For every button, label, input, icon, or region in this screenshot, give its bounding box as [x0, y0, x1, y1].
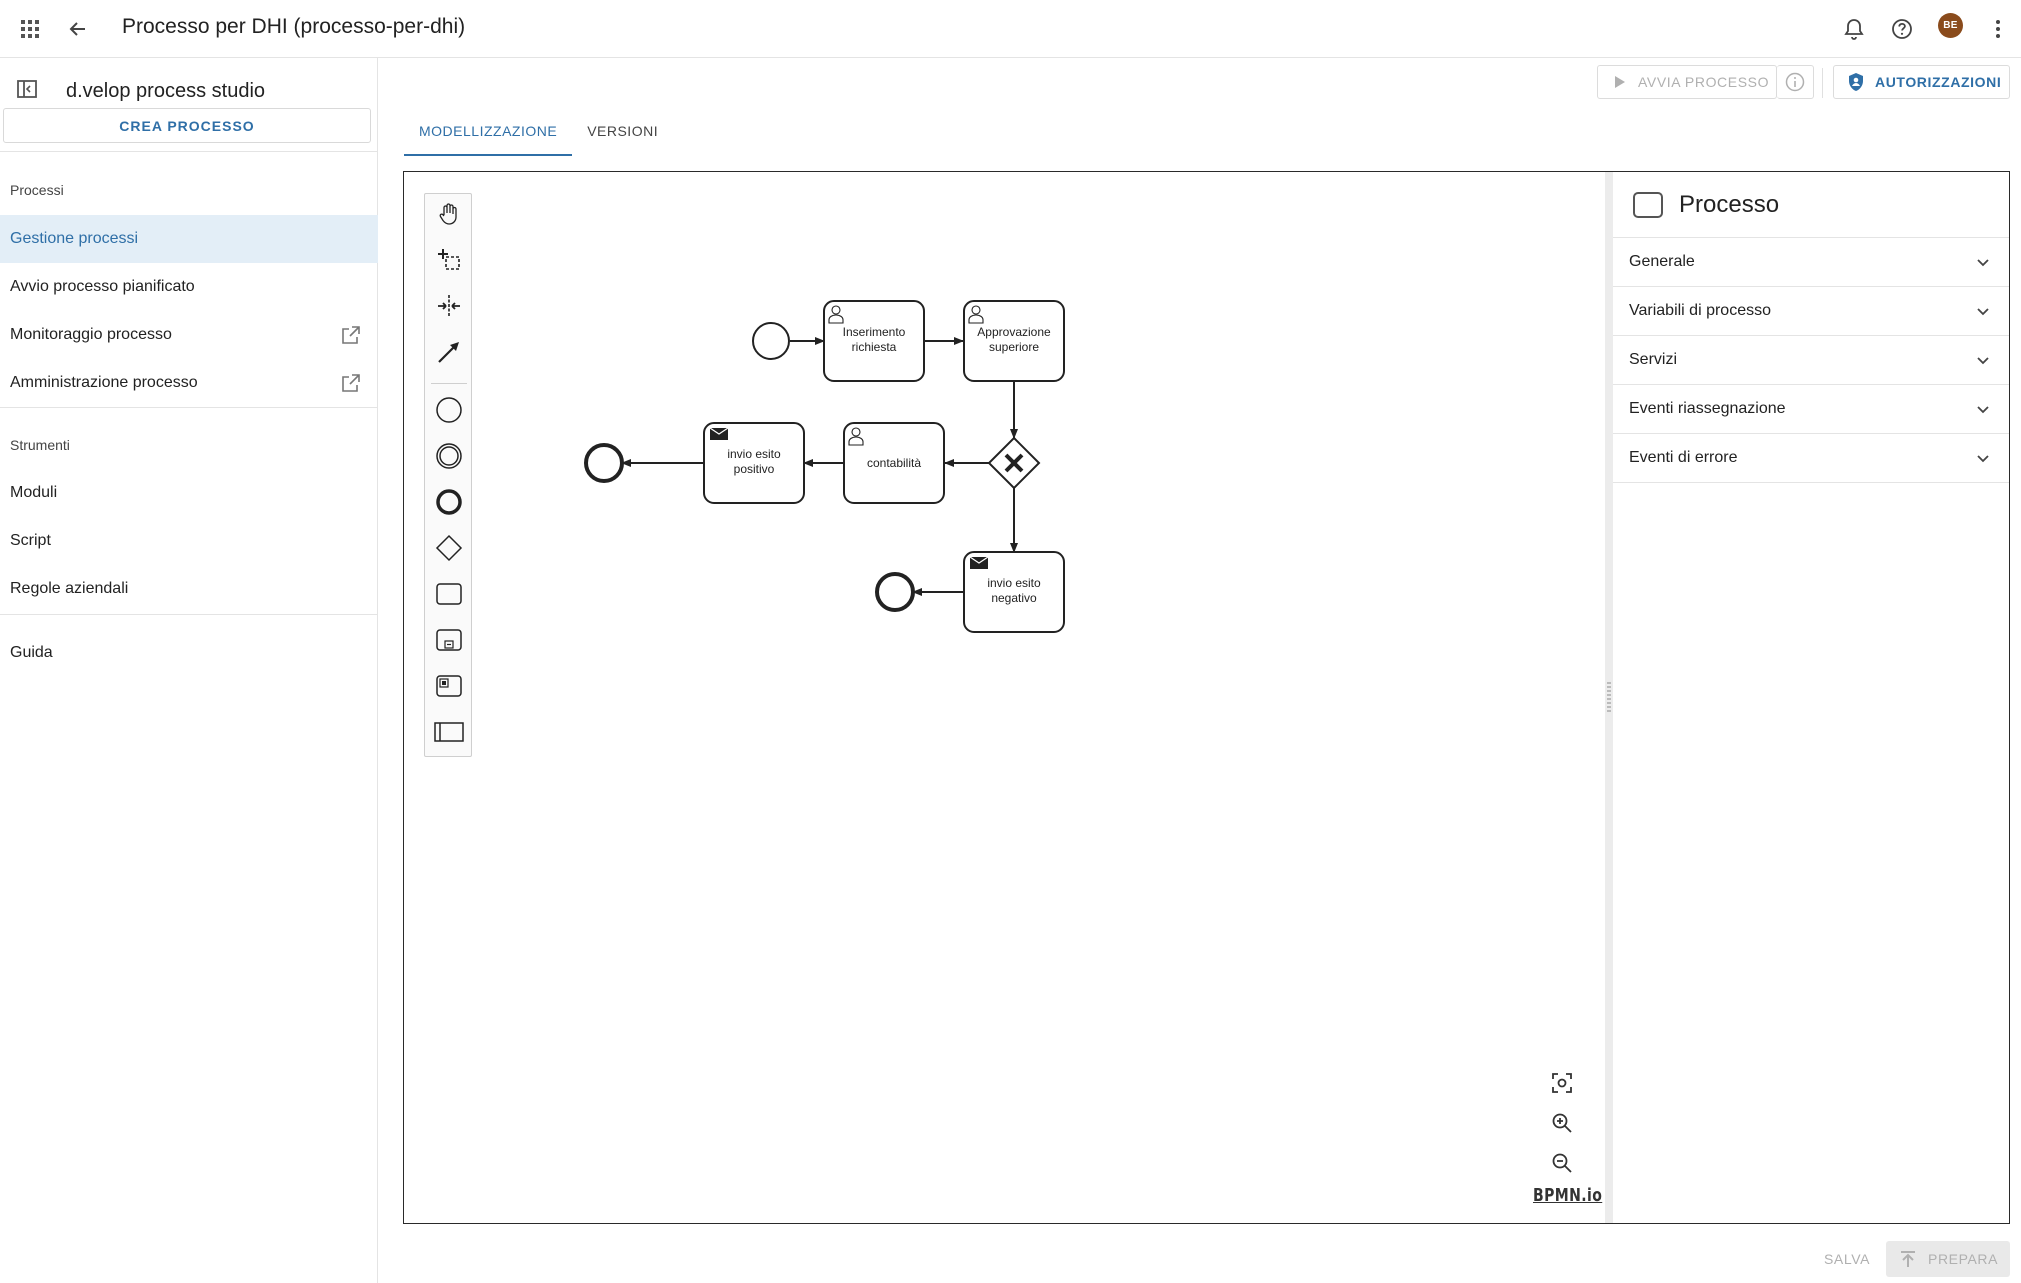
bpmn-modeler: Inserimento richiesta Approvazione super… — [403, 171, 2010, 1224]
task-label: negativo — [991, 591, 1037, 605]
section-label: Servizi — [1629, 351, 1678, 368]
sidebar-item-label: Amministrazione processo — [10, 374, 198, 391]
divider — [1822, 68, 1823, 98]
app-name: d.velop process studio — [66, 80, 266, 102]
sidebar-item-moduli[interactable]: Moduli — [0, 469, 378, 517]
fit-viewport-icon[interactable] — [1548, 1069, 1576, 1097]
start-process-button[interactable]: AVVIA PROCESSO — [1597, 65, 1777, 99]
sidebar-item-label: Script — [10, 532, 51, 549]
sidebar-item-label: Regole aziendali — [10, 580, 129, 597]
tab-bar: MODELLIZZAZIONE VERSIONI — [404, 106, 673, 156]
task-label: invio esito — [987, 576, 1041, 590]
drag-handle-icon[interactable] — [1607, 682, 1611, 712]
exclusive-gateway[interactable] — [987, 436, 1041, 490]
section-label: Variabili di processo — [1629, 302, 1771, 319]
task-label: richiesta — [852, 340, 897, 354]
tab-versioni[interactable]: VERSIONI — [572, 106, 673, 156]
prepare-label: PREPARA — [1928, 1251, 1999, 1267]
sidebar-item-label: Monitoraggio processo — [10, 326, 172, 343]
sidebar-item-monitoraggio[interactable]: Monitoraggio processo — [0, 311, 378, 359]
avatar[interactable]: BE — [1938, 13, 1963, 38]
task-invio-esito-negativo[interactable]: invio esito negativo — [963, 551, 1065, 633]
send-task-icon — [969, 556, 989, 569]
zoom-out-icon[interactable] — [1548, 1149, 1576, 1177]
save-button[interactable]: SALVA — [1812, 1241, 1882, 1277]
chevron-down-icon — [1977, 455, 1989, 463]
divider — [0, 151, 378, 152]
section-variabili[interactable]: Variabili di processo — [1613, 287, 2009, 336]
task-label: Inserimento — [843, 325, 906, 339]
back-arrow-icon[interactable] — [62, 13, 94, 45]
permissions-button[interactable]: AUTORIZZAZIONI — [1833, 65, 2010, 99]
sidebar-header: d.velop process studio — [0, 66, 378, 114]
end-event-positive[interactable] — [584, 443, 624, 483]
sidebar-item-amministrazione[interactable]: Amministrazione processo — [0, 359, 378, 407]
bell-icon[interactable] — [1838, 13, 1870, 45]
section-label: Generale — [1629, 253, 1695, 270]
sidebar-item-label: Guida — [10, 644, 53, 661]
tab-modellizzazione[interactable]: MODELLIZZAZIONE — [404, 106, 573, 156]
section-label-tools: Strumenti — [10, 437, 70, 453]
task-inserimento-richiesta[interactable]: Inserimento richiesta — [823, 300, 925, 382]
panel-splitter[interactable] — [1605, 172, 1613, 1223]
sidebar-item-label: Avvio processo pianificato — [10, 278, 195, 295]
open-external-icon — [340, 324, 362, 346]
publish-icon — [1901, 1251, 1915, 1267]
page-title: Processo per DHI (processo-per-dhi) — [122, 15, 466, 38]
create-process-button[interactable]: CREA PROCESSO — [3, 108, 371, 143]
end-event-negative[interactable] — [875, 572, 915, 612]
process-icon — [1633, 192, 1663, 218]
chevron-down-icon — [1977, 357, 1989, 365]
sidebar-item-gestione-processi[interactable]: Gestione processi — [0, 215, 378, 263]
shield-user-icon — [1849, 73, 1863, 91]
permissions-label: AUTORIZZAZIONI — [1875, 74, 2002, 90]
bpmn-io-watermark[interactable]: BPMN.io — [1533, 1185, 1602, 1206]
more-vert-icon[interactable] — [1982, 13, 2014, 45]
info-icon — [1785, 72, 1805, 92]
sidebar-item-avvio-pianificato[interactable]: Avvio processo pianificato — [0, 263, 378, 311]
help-icon[interactable] — [1886, 13, 1918, 45]
section-label-processes: Processi — [10, 182, 64, 198]
task-label: Approvazione — [977, 325, 1051, 339]
apps-grid-icon[interactable] — [14, 13, 46, 45]
divider — [0, 407, 378, 408]
start-event[interactable] — [752, 322, 790, 360]
section-label: Eventi riassegnazione — [1629, 400, 1786, 417]
properties-title: Processo — [1679, 191, 1780, 218]
chevron-down-icon — [1977, 406, 1989, 414]
sidebar-item-script[interactable]: Script — [0, 517, 378, 565]
section-generale[interactable]: Generale — [1613, 238, 2009, 287]
sidebar-item-label: Moduli — [10, 484, 58, 501]
bpmn-diagram[interactable]: Inserimento richiesta Approvazione super… — [404, 172, 1604, 1223]
section-eventi-errore[interactable]: Eventi di errore — [1613, 434, 2009, 483]
zoom-in-icon[interactable] — [1548, 1109, 1576, 1137]
divider — [0, 614, 378, 615]
chevron-down-icon — [1977, 308, 1989, 316]
sidebar-item-label: Gestione processi — [10, 230, 139, 247]
section-label: Eventi di errore — [1629, 449, 1738, 466]
properties-header: Processo — [1613, 172, 2009, 238]
task-invio-esito-positivo[interactable]: invio esito positivo — [703, 422, 805, 504]
sidebar-toggle-icon[interactable] — [16, 78, 42, 104]
start-process-label: AVVIA PROCESSO — [1638, 74, 1770, 90]
play-icon — [1615, 76, 1625, 88]
send-task-icon — [709, 427, 729, 440]
top-app-bar: Processo per DHI (processo-per-dhi) BE — [0, 0, 2021, 58]
sidebar-item-regole-aziendali[interactable]: Regole aziendali — [0, 565, 378, 613]
task-contabilita[interactable]: contabilità — [843, 422, 945, 504]
task-label: invio esito — [727, 447, 781, 461]
info-button[interactable] — [1777, 65, 1814, 99]
task-label: superiore — [989, 340, 1039, 354]
prepare-button[interactable]: PREPARA — [1886, 1241, 2010, 1277]
task-label: positivo — [734, 462, 775, 476]
sidebar-item-guida[interactable]: Guida — [0, 629, 378, 677]
sidebar: d.velop process studio CREA PROCESSO Pro… — [0, 58, 378, 1283]
section-eventi-riassegnazione[interactable]: Eventi riassegnazione — [1613, 385, 2009, 434]
properties-panel: Processo Generale Variabili di processo … — [1613, 172, 2009, 1223]
open-external-icon — [340, 372, 362, 394]
chevron-down-icon — [1977, 259, 1989, 267]
task-label: contabilità — [867, 456, 921, 470]
task-approvazione-superiore[interactable]: Approvazione superiore — [963, 300, 1065, 382]
section-servizi[interactable]: Servizi — [1613, 336, 2009, 385]
